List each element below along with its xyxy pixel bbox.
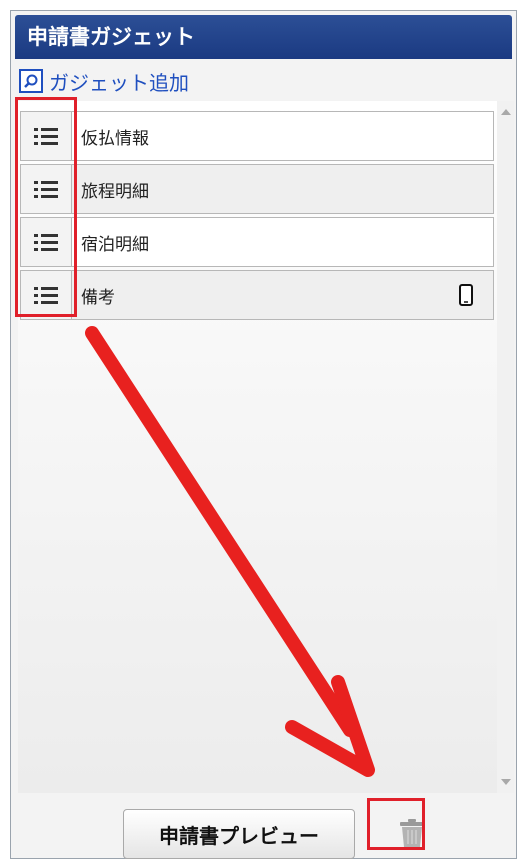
gadget-row-advance-payment[interactable]: 仮払情報 [20, 111, 494, 161]
gadget-label: 旅程明細 [81, 181, 149, 202]
add-gadget-link[interactable]: ガジェット追加 [19, 65, 189, 97]
trash-icon[interactable] [388, 809, 436, 857]
scrollbar[interactable] [497, 101, 514, 793]
panel-title: 申請書ガジェット [15, 15, 512, 59]
drag-handle-icon[interactable] [21, 218, 72, 266]
drag-handle-icon[interactable] [21, 112, 72, 160]
add-gadget-label: ガジェット追加 [49, 70, 189, 95]
gadget-row-itinerary[interactable]: 旅程明細 [20, 164, 494, 214]
scroll-down-icon[interactable] [501, 779, 511, 785]
gadget-label: 宿泊明細 [81, 234, 149, 255]
preview-application-button[interactable]: 申請書プレビュー [123, 809, 355, 859]
gadget-list: 仮払情報 旅程明細 宿泊明細 備考 [20, 111, 494, 323]
gadget-panel: 申請書ガジェット ガジェット追加 仮払情報 旅程明細 宿泊明細 備考 申請書プレ… [10, 10, 517, 859]
search-icon [19, 69, 43, 93]
gadget-row-lodging[interactable]: 宿泊明細 [20, 217, 494, 267]
scroll-up-icon[interactable] [501, 109, 511, 115]
smartphone-icon [459, 284, 473, 310]
gadget-row-remarks[interactable]: 備考 [20, 270, 494, 320]
drag-handle-icon[interactable] [21, 165, 72, 213]
gadget-label: 仮払情報 [81, 128, 149, 149]
gadget-label: 備考 [81, 287, 115, 308]
drag-handle-icon[interactable] [21, 271, 72, 319]
gadget-scroll-area: 仮払情報 旅程明細 宿泊明細 備考 [18, 101, 514, 793]
